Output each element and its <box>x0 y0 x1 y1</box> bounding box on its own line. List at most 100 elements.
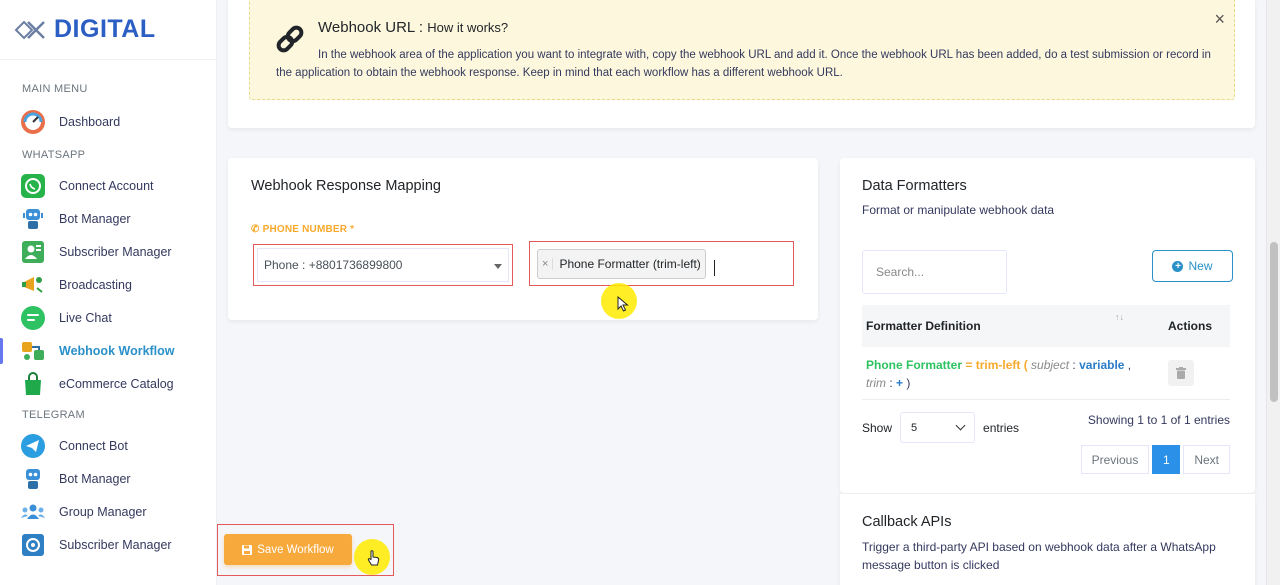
sidebar-item-live-chat[interactable]: Live Chat <box>0 301 216 334</box>
speedometer-icon <box>20 109 46 135</box>
column-header-definition[interactable]: Formatter Definition ↑↓ <box>862 312 1150 333</box>
caret-down-icon <box>494 264 502 269</box>
entries-select[interactable]: 5 <box>900 412 976 443</box>
scrollbar-thumb[interactable] <box>1270 242 1278 402</box>
webhook-info-alert: Webhook URL : How it works? In the webho… <box>249 0 1235 100</box>
formatters-title: Data Formatters <box>862 178 967 194</box>
formatter-paren-close: ) <box>903 376 911 390</box>
subscriber-icon <box>20 239 46 265</box>
formatters-table-header: Formatter Definition ↑↓ Actions <box>862 305 1230 347</box>
entries-select-value: 5 <box>911 421 918 434</box>
alert-text: In the webhook area of the application y… <box>276 49 1211 79</box>
delete-formatter-button[interactable] <box>1168 360 1194 386</box>
callback-apis-card: Callback APIs Trigger a third-party API … <box>840 493 1255 585</box>
formatter-tags-input[interactable]: × Phone Formatter (trim-left) <box>534 246 789 281</box>
sidebar-item-subscriber-manager[interactable]: Subscriber Manager <box>0 235 216 268</box>
sidebar-item-label: Bot Manager <box>59 211 131 226</box>
entries-length-control: Show 5 entries <box>862 412 1019 443</box>
formatter-colon: : <box>1069 358 1080 372</box>
hand-pointer-icon <box>367 550 380 566</box>
menu-header-telegram: TELEGRAM <box>22 409 85 421</box>
formatter-search-input[interactable] <box>862 250 1007 294</box>
formatter-param: trim <box>866 376 886 390</box>
sidebar-item-telegram-subscriber-manager[interactable]: Subscriber Manager <box>0 528 216 561</box>
show-label: Show <box>862 420 893 435</box>
table-info: Showing 1 to 1 of 1 entries <box>1087 413 1230 427</box>
robot-icon <box>20 206 46 232</box>
column-header-actions: Actions <box>1167 319 1212 333</box>
save-workflow-label: Save Workflow <box>257 543 334 556</box>
brand-name: DIGITAL <box>54 15 156 43</box>
formatter-eq: = <box>962 358 976 372</box>
brand-mark-icon <box>14 20 45 39</box>
telegram-icon <box>20 433 46 459</box>
phone-field-select[interactable]: Phone : +8801736899800 <box>257 248 509 282</box>
pagination-previous[interactable]: Previous <box>1080 445 1150 474</box>
alert-title-sub: How it works? <box>427 20 509 35</box>
trash-icon <box>1176 367 1186 379</box>
sidebar-item-broadcasting[interactable]: Broadcasting <box>0 268 216 301</box>
callback-title: Callback APIs <box>862 514 952 530</box>
formatter-function: trim-left <box>975 358 1021 372</box>
save-workflow-button[interactable]: Save Workflow <box>224 534 352 565</box>
menu-header-main: MAIN MENU <box>22 83 88 95</box>
data-formatters-card: Data Formatters Format or manipulate web… <box>840 158 1255 493</box>
page-scrollbar[interactable] <box>1266 0 1280 585</box>
subscriber-icon <box>20 532 46 558</box>
pagination-page-1[interactable]: 1 <box>1152 445 1181 474</box>
phone-number-label-text: PHONE NUMBER * <box>262 224 355 235</box>
pagination-next[interactable]: Next <box>1183 445 1230 474</box>
sidebar-item-label: Live Chat <box>59 310 112 325</box>
sidebar-item-label: Webhook Workflow <box>59 343 175 358</box>
sidebar-item-label: Connect Account <box>59 178 154 193</box>
sidebar-item-label: eCommerce Catalog <box>59 376 174 391</box>
sidebar-item-label: Broadcasting <box>59 277 132 292</box>
shopping-bag-icon <box>20 371 46 397</box>
formatter-name: Phone Formatter <box>866 358 963 372</box>
text-caret <box>713 259 715 276</box>
workflow-icon <box>20 338 46 364</box>
sidebar-item-group-manager[interactable]: Group Manager <box>0 495 216 528</box>
alert-title-main: Webhook URL : <box>318 19 424 36</box>
sidebar-item-label: Dashboard <box>59 114 121 129</box>
formatter-tags-highlight: × Phone Formatter (trim-left) <box>529 241 794 286</box>
sidebar-item-bot-manager[interactable]: Bot Manager <box>0 202 216 235</box>
column-header-definition-label: Formatter Definition <box>866 319 981 333</box>
phone-number-label: ✆ PHONE NUMBER * <box>251 224 354 235</box>
new-button-label: New <box>1188 259 1213 273</box>
sort-icon[interactable]: ↑↓ <box>1115 312 1124 322</box>
webhook-response-mapping-card: Webhook Response Mapping ✆ PHONE NUMBER … <box>228 158 818 320</box>
alert-title: Webhook URL : How it works? <box>318 19 508 36</box>
close-icon[interactable]: × <box>1214 9 1225 30</box>
menu-header-whatsapp: WHATSAPP <box>22 149 86 161</box>
sidebar-item-connect-bot[interactable]: Connect Bot <box>0 429 216 462</box>
save-icon <box>242 544 253 555</box>
sidebar-item-label: Connect Bot <box>59 438 128 453</box>
sidebar-item-dashboard[interactable]: Dashboard <box>0 105 216 138</box>
sidebar-item-label: Subscriber Manager <box>59 537 172 552</box>
sidebar-item-label: Bot Manager <box>59 471 131 486</box>
phone-icon: ✆ <box>251 224 260 235</box>
entries-label: entries <box>983 420 1020 435</box>
tag-remove-icon[interactable]: × <box>542 257 554 270</box>
sidebar-item-telegram-bot-manager[interactable]: Bot Manager <box>0 462 216 495</box>
webhook-info-card: Webhook URL : How it works? In the webho… <box>228 0 1255 128</box>
sidebar-item-connect-account[interactable]: Connect Account <box>0 169 216 202</box>
sidebar-item-ecommerce-catalog[interactable]: eCommerce Catalog <box>0 367 216 400</box>
formatter-param: subject <box>1031 358 1070 372</box>
group-icon <box>20 499 46 525</box>
brand-logo[interactable]: DIGITAL <box>0 0 216 60</box>
mouse-pointer-icon <box>617 296 629 312</box>
sidebar-item-label: Group Manager <box>59 504 147 519</box>
table-row: Phone Formatter = trim-left ( subject : … <box>862 350 1230 400</box>
formatters-subtitle: Format or manipulate webhook data <box>862 203 1055 217</box>
sidebar-item-label: Subscriber Manager <box>59 244 172 259</box>
plus-circle-icon: + <box>1172 260 1184 272</box>
new-formatter-button[interactable]: + New <box>1152 250 1233 282</box>
robot-icon <box>20 466 46 492</box>
formatter-tag-label: Phone Formatter (trim-left) <box>559 256 701 271</box>
megaphone-icon <box>20 272 46 298</box>
callback-subtitle: Trigger a third-party API based on webho… <box>862 540 1216 572</box>
whatsapp-icon <box>20 173 46 199</box>
sidebar-item-webhook-workflow[interactable]: Webhook Workflow <box>0 334 216 367</box>
